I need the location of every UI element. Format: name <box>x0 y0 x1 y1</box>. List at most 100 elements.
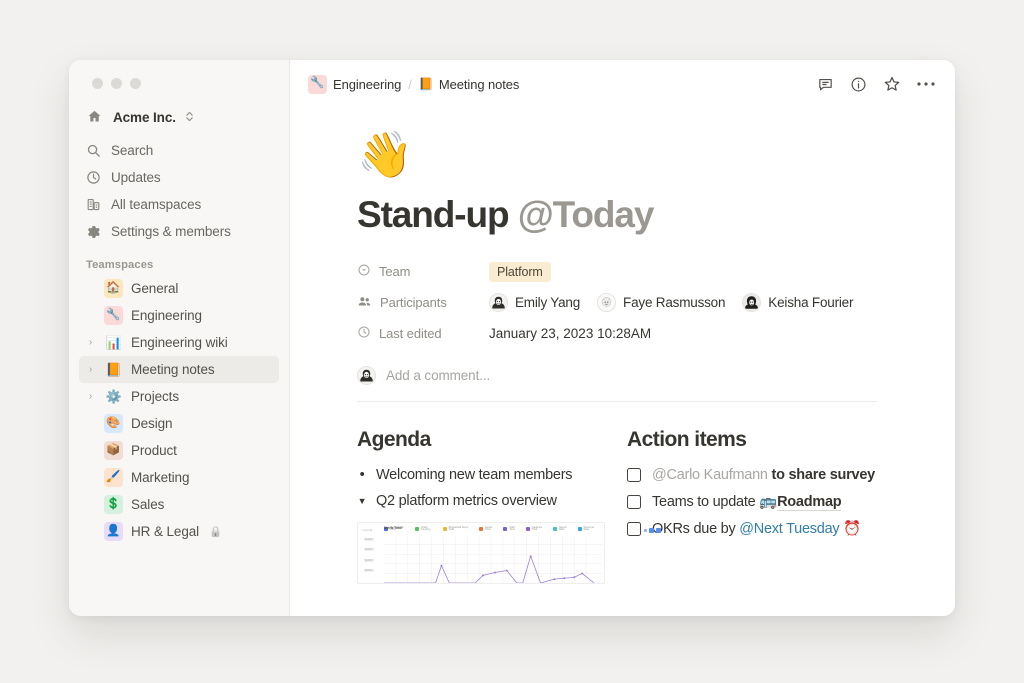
maximize-button[interactable] <box>130 78 141 89</box>
people-icon <box>357 294 372 312</box>
checkbox[interactable] <box>627 495 641 510</box>
sidebar-item-meeting-notes[interactable]: › 📙 Meeting notes <box>79 356 279 383</box>
checkbox[interactable] <box>627 468 641 483</box>
topbar-actions <box>817 75 935 93</box>
property-row-last-edited: Last edited January 23, 2023 10:28AM <box>357 320 895 348</box>
palette-emoji-icon: 🎨 <box>104 414 123 433</box>
action-items-column: Action items @Carlo Kaufmann to share su… <box>627 428 895 584</box>
chevron-right-icon[interactable]: › <box>85 337 96 348</box>
lock-icon: 🔒 <box>209 526 223 538</box>
list-item[interactable]: • Welcoming new team members <box>357 462 627 488</box>
participant[interactable]: Emily Yang <box>489 293 581 313</box>
chevron-updown-icon <box>185 110 194 126</box>
close-button[interactable] <box>92 78 103 89</box>
sidebar-item-label: Engineering wiki <box>131 335 228 350</box>
property-value: Emily Yang Faye Rasmusson Keisha Fourier <box>489 293 854 313</box>
todo-item[interactable]: OKRs due by @Next Tuesday ⏰ <box>627 516 895 543</box>
workspace-switcher[interactable]: Acme Inc. <box>79 104 279 131</box>
last-edited-timestamp: January 23, 2023 10:28AM <box>489 326 652 342</box>
notebook-emoji-icon: 📙 <box>418 77 434 91</box>
todo-label: @Carlo Kaufmann to share survey <box>652 462 875 489</box>
property-row-team[interactable]: Team Platform <box>357 258 895 286</box>
list-item[interactable]: ▼ Q2 platform metrics overview <box>357 488 627 514</box>
todo-label: Teams to update 🚌Roadmap <box>652 489 842 516</box>
sidebar-item-search[interactable]: Search <box>79 137 279 164</box>
sidebar-item-engineering[interactable]: › 🔧 Engineering <box>79 302 279 329</box>
star-icon[interactable] <box>883 75 901 93</box>
person-mention[interactable]: @Carlo Kaufmann <box>652 467 768 483</box>
sidebar-item-label: Updates <box>111 170 161 185</box>
workspace-name: Acme Inc. <box>113 110 176 125</box>
add-comment-row[interactable]: Add a comment... <box>357 365 877 402</box>
embedded-chart[interactable]: < Format Metric Total Support Tier Ultra… <box>357 521 661 584</box>
chart-card[interactable]: < Format Metric Total Support Tier Ultra… <box>357 521 605 584</box>
sidebar-item-product[interactable]: › 📦 Product <box>79 437 279 464</box>
minimize-button[interactable] <box>111 78 122 89</box>
status-badge[interactable]: Platform <box>489 261 551 282</box>
sidebar-item-engineering-wiki[interactable]: › 📊 Engineering wiki <box>79 329 279 356</box>
page-title-mention: @Today <box>517 194 655 235</box>
sidebar-item-updates[interactable]: Updates <box>79 164 279 191</box>
bullet-icon: • <box>359 466 365 483</box>
property-key-label: Last edited <box>379 326 442 342</box>
property-key-label: Participants <box>380 295 447 311</box>
comment-input[interactable]: Add a comment... <box>386 368 490 383</box>
chart-y-axis: $400K $300K $200K $100K <box>364 537 374 573</box>
property-row-participants[interactable]: Participants Emily Yang Faye Rasmusson K… <box>357 289 895 317</box>
participant[interactable]: Keisha Fourier <box>742 293 854 313</box>
alarm-clock-icon: ⏰ <box>843 520 861 537</box>
sidebar-item-marketing[interactable]: › 🖌️ Marketing <box>79 464 279 491</box>
sidebar-item-settings-members[interactable]: Settings & members <box>79 218 279 245</box>
avatar <box>357 365 376 385</box>
sidebar-item-label: All teamspaces <box>111 197 202 212</box>
teamspaces-section-label: Teamspaces <box>86 259 154 271</box>
chevron-right-icon[interactable]: › <box>85 391 96 402</box>
property-value: January 23, 2023 10:28AM <box>489 326 651 341</box>
todo-item[interactable]: @Carlo Kaufmann to share survey <box>627 462 895 489</box>
checkbox[interactable] <box>627 522 641 537</box>
sidebar-item-label: Engineering <box>131 308 202 323</box>
participant[interactable]: Faye Rasmusson <box>597 293 726 313</box>
page-link[interactable]: Roadmap <box>777 493 842 511</box>
document-body: 👋 Stand-up @Today Team Platform Particip… <box>290 108 955 584</box>
page-emoji-icon[interactable]: 👋 <box>357 132 895 177</box>
action-items-heading: Action items <box>627 427 747 451</box>
y-tick-label: $300K <box>364 548 374 552</box>
window-controls[interactable] <box>79 60 279 89</box>
chart-drag-handle[interactable] <box>644 527 661 533</box>
sidebar-item-label: Search <box>111 143 154 158</box>
toggle-triangle-icon[interactable]: ▼ <box>357 488 367 514</box>
chart-format-label: < Format <box>361 527 373 532</box>
participant-name: Faye Rasmusson <box>623 295 726 311</box>
property-key: Participants <box>357 294 489 312</box>
wrench-emoji-icon: 🔧 <box>104 306 123 325</box>
notebook-emoji-icon: 📙 <box>105 362 122 377</box>
date-mention[interactable]: @Next Tuesday <box>739 521 839 537</box>
sidebar-item-general[interactable]: › 🏠 General <box>79 275 279 302</box>
breadcrumb-label: Engineering <box>333 76 402 92</box>
list-item-label: Welcoming new team members <box>376 466 573 483</box>
chevron-right-icon[interactable]: › <box>85 364 96 375</box>
agenda-column: Agenda • Welcoming new team members ▼ Q2… <box>357 428 661 584</box>
sidebar-item-label: Projects <box>131 389 179 404</box>
more-options-icon[interactable] <box>917 81 935 87</box>
page-title[interactable]: Stand-up @Today <box>357 194 895 236</box>
sidebar-item-label: HR & Legal <box>131 524 200 539</box>
breadcrumb-item-engineering[interactable]: 🔧 Engineering <box>308 74 402 94</box>
gear-icon <box>85 224 101 240</box>
participant-name: Emily Yang <box>515 295 581 311</box>
breadcrumb: 🔧 Engineering / 📙 Meeting notes <box>308 74 519 94</box>
sidebar-item-hr-legal[interactable]: › 👤 HR & Legal 🔒 <box>79 518 279 545</box>
brush-emoji-icon: 🖌️ <box>104 468 123 487</box>
info-icon[interactable] <box>850 76 867 93</box>
sidebar-item-projects[interactable]: › ⚙️ Projects <box>79 383 279 410</box>
sidebar-item-all-teamspaces[interactable]: All teamspaces <box>79 191 279 218</box>
breadcrumb-item-meeting-notes[interactable]: 📙 Meeting notes <box>419 77 519 92</box>
legend-entry: Cadence Total <box>525 526 548 532</box>
comment-icon[interactable] <box>817 76 834 93</box>
participant-name: Keisha Fourier <box>768 295 854 311</box>
page-properties: Team Platform Participants Emily Yang Fa… <box>357 258 895 348</box>
sidebar-item-sales[interactable]: › 💲 Sales <box>79 491 279 518</box>
todo-item[interactable]: Teams to update 🚌Roadmap <box>627 489 895 516</box>
sidebar-item-design[interactable]: › 🎨 Design <box>79 410 279 437</box>
